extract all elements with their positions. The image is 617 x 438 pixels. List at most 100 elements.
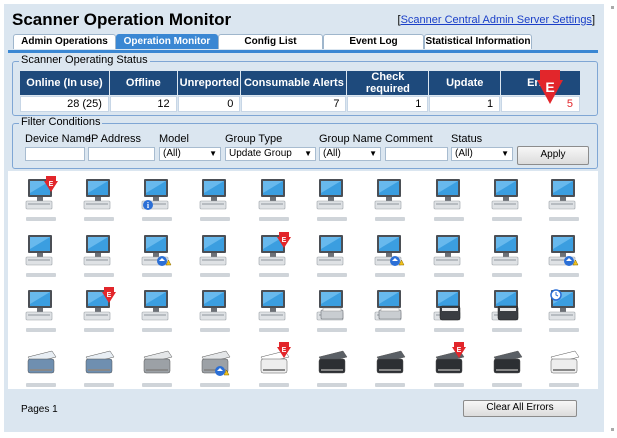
- scanner-monitor-error-icon[interactable]: E: [22, 175, 62, 223]
- status-header-offline[interactable]: Offline: [109, 71, 177, 95]
- tab-event-log[interactable]: Event Log: [323, 34, 424, 49]
- scanner-monitor-icon[interactable]: [80, 231, 120, 279]
- scanner-name-label: [434, 383, 464, 387]
- model-label: Model: [159, 133, 189, 145]
- scanner-monitor-error-icon[interactable]: E: [80, 286, 120, 334]
- scanner-scanner-gray-icon[interactable]: [138, 341, 178, 389]
- scanner-monitor-info-icon[interactable]: i: [138, 175, 178, 223]
- scanner-name-label: [492, 273, 522, 277]
- chevron-down-icon: ▼: [209, 149, 217, 158]
- scanner-name-label: [317, 328, 347, 332]
- status-header-check-required[interactable]: Check required: [347, 71, 429, 95]
- group-name-select[interactable]: (All) ▼: [319, 147, 381, 161]
- scanner-scanner-blue-icon[interactable]: [22, 341, 62, 389]
- scanner-monitor-icon[interactable]: [313, 175, 353, 223]
- clear-all-errors-button[interactable]: Clear All Errors: [463, 400, 577, 417]
- scanner-monitor-flatbed-icon[interactable]: [313, 286, 353, 334]
- svg-text:E: E: [282, 237, 287, 244]
- scroll-up-icon[interactable]: [611, 6, 614, 9]
- scanner-monitor-icon[interactable]: [488, 231, 528, 279]
- model-select[interactable]: (All) ▼: [159, 147, 221, 161]
- model-select-value: (All): [163, 148, 181, 159]
- scanner-name-label: [26, 273, 56, 277]
- chevron-down-icon: ▼: [501, 149, 509, 158]
- scanner-monitor-icon[interactable]: [371, 175, 411, 223]
- scanner-monitor-update-icon[interactable]: [545, 231, 585, 279]
- scanner-name-label: [84, 383, 114, 387]
- scanner-name-label: [142, 217, 172, 221]
- admin-server-settings-link[interactable]: [Scanner Central Admin Server Settings]: [398, 14, 596, 26]
- scanner-monitor-icon[interactable]: [430, 231, 470, 279]
- apply-button[interactable]: Apply: [517, 146, 589, 165]
- status-header-update[interactable]: Update: [429, 71, 501, 95]
- scanner-monitor-icon[interactable]: [196, 286, 236, 334]
- scanner-scanner-black-icon[interactable]: [371, 341, 411, 389]
- scanner-scanner-blue-icon[interactable]: [80, 341, 120, 389]
- scanner-name-label: [492, 217, 522, 221]
- tab-statistical-information[interactable]: Statistical Information: [424, 34, 532, 49]
- group-type-select[interactable]: Update Group ▼: [225, 147, 316, 161]
- svg-text:E: E: [49, 181, 54, 188]
- scanner-monitor-update-icon[interactable]: [138, 231, 178, 279]
- error-flag-letter: E: [545, 79, 554, 95]
- scanner-monitor-icon[interactable]: [488, 175, 528, 223]
- status-select[interactable]: (All) ▼: [451, 147, 513, 161]
- scanner-scanner-update-icon[interactable]: [196, 341, 236, 389]
- device-name-label: Device Name: [25, 133, 92, 145]
- status-header-unreported[interactable]: Unreported: [177, 71, 241, 95]
- scanner-monitor-clock-icon[interactable]: [545, 286, 585, 334]
- scanner-scanner-black-icon[interactable]: [313, 341, 353, 389]
- chevron-down-icon: ▼: [369, 149, 377, 158]
- tab-operation-monitor[interactable]: Operation Monitor: [116, 34, 218, 49]
- scanner-monitor-icon[interactable]: [255, 286, 295, 334]
- scanner-monitor-icon[interactable]: [430, 175, 470, 223]
- status-value-offline[interactable]: 12: [109, 96, 177, 112]
- scanner-name-label: [26, 328, 56, 332]
- status-header-online[interactable]: Online (In use): [20, 71, 109, 95]
- scanner-monitor-scanner-icon[interactable]: [430, 286, 470, 334]
- scanner-name-label: [317, 383, 347, 387]
- tab-admin-operations[interactable]: Admin Operations: [13, 34, 116, 49]
- svg-text:E: E: [107, 292, 112, 299]
- comment-input[interactable]: [385, 147, 448, 161]
- right-edge: [607, 0, 617, 438]
- scanner-name-label: [200, 217, 230, 221]
- scanner-monitor-flatbed-icon[interactable]: [371, 286, 411, 334]
- scanner-scanner-black-error-icon[interactable]: E: [430, 341, 470, 389]
- scanner-monitor-icon[interactable]: [138, 286, 178, 334]
- status-header-consumable-alerts[interactable]: Consumable Alerts: [241, 71, 347, 95]
- status-value-update[interactable]: 1: [429, 96, 501, 112]
- status-value-check-required[interactable]: 1: [347, 96, 429, 112]
- scanner-monitor-icon[interactable]: [22, 231, 62, 279]
- device-name-input[interactable]: [25, 147, 85, 161]
- scanner-monitor-scanner-icon[interactable]: [488, 286, 528, 334]
- scanner-monitor-icon[interactable]: [313, 231, 353, 279]
- scanner-name-label: [492, 328, 522, 332]
- scanner-monitor-update-icon[interactable]: [371, 231, 411, 279]
- scanner-monitor-icon[interactable]: [22, 286, 62, 334]
- tab-config-list[interactable]: Config List: [218, 34, 323, 49]
- group-type-select-value: Update Group: [229, 148, 292, 159]
- ip-address-input[interactable]: [88, 147, 155, 161]
- status-value-online[interactable]: 28 (25): [20, 96, 109, 112]
- svg-text:E: E: [457, 347, 462, 354]
- status-table: Online (In use) Offline Unreported Consu…: [19, 70, 581, 113]
- scanner-monitor-icon[interactable]: [196, 175, 236, 223]
- scanner-monitor-icon[interactable]: [80, 175, 120, 223]
- scanner-name-label: [259, 273, 289, 277]
- status-value-consumable-alerts[interactable]: 7: [241, 96, 347, 112]
- status-value-unreported[interactable]: 0: [177, 96, 241, 112]
- scroll-down-icon[interactable]: [611, 428, 614, 431]
- scanner-scanner-white-icon[interactable]: [545, 341, 585, 389]
- comment-label: Comment: [385, 133, 433, 145]
- scanner-monitor-error-icon[interactable]: E: [255, 231, 295, 279]
- admin-link-text[interactable]: Scanner Central Admin Server Settings: [401, 14, 592, 26]
- scanner-name-label: [259, 217, 289, 221]
- scanner-monitor-icon[interactable]: [196, 231, 236, 279]
- scanner-monitor-icon[interactable]: [255, 175, 295, 223]
- page-title: Scanner Operation Monitor: [12, 10, 232, 29]
- scanner-scanner-white-error-icon[interactable]: E: [255, 341, 295, 389]
- scanner-scanner-black-icon[interactable]: [488, 341, 528, 389]
- scanner-name-label: [142, 328, 172, 332]
- scanner-monitor-icon[interactable]: [545, 175, 585, 223]
